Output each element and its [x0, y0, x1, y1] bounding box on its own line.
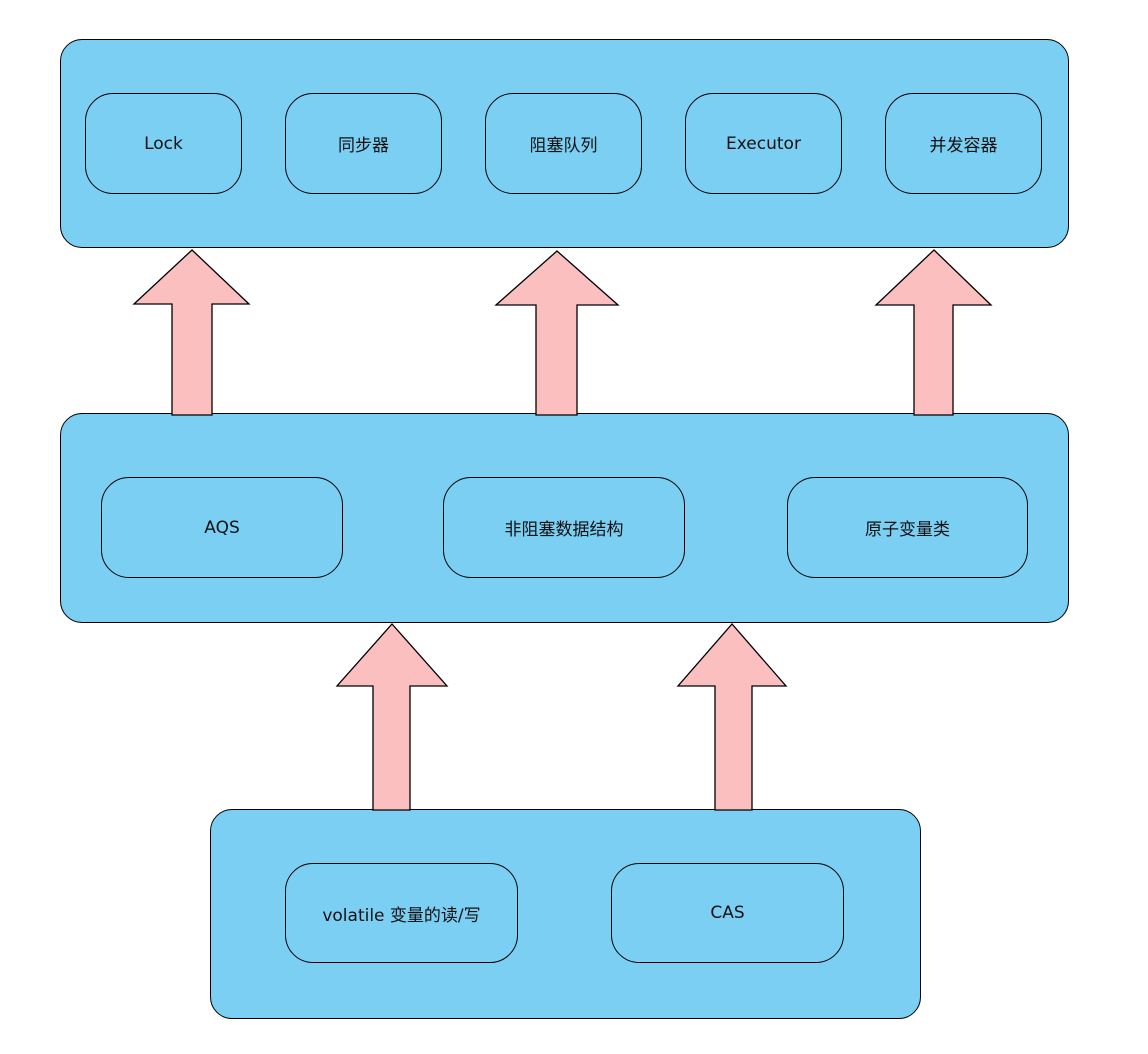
node-label: 非阻塞数据结构 [504, 520, 624, 540]
node-aqs[interactable]: AQS [101, 477, 343, 578]
arrow-up-icon [132, 249, 251, 416]
node-label: Lock [144, 133, 183, 154]
arrow-up-icon [874, 249, 993, 416]
node-label: 原子变量类 [865, 520, 950, 540]
node-lock[interactable]: Lock [85, 93, 242, 194]
node-synchronizer[interactable]: 同步器 [285, 93, 442, 194]
node-label: CAS [710, 903, 745, 923]
node-executor[interactable]: Executor [685, 93, 842, 194]
arrow-up-icon [494, 250, 620, 416]
node-label: 阻塞队列 [529, 136, 598, 156]
node-concurrent-container[interactable]: 并发容器 [885, 93, 1042, 194]
node-blocking-queue[interactable]: 阻塞队列 [485, 93, 642, 194]
node-non-blocking-data-structure[interactable]: 非阻塞数据结构 [443, 477, 685, 578]
node-label: 并发容器 [929, 136, 998, 156]
node-atomic-variable-class[interactable]: 原子变量类 [787, 477, 1028, 578]
node-label: AQS [204, 517, 240, 538]
node-volatile-read-write[interactable]: volatile 变量的读/写 [285, 863, 518, 963]
node-label: Executor [726, 133, 801, 154]
arrow-up-icon [335, 623, 449, 811]
arrow-up-icon [676, 623, 788, 811]
node-label: volatile 变量的读/写 [322, 905, 481, 926]
node-cas[interactable]: CAS [611, 863, 844, 963]
node-label: 同步器 [338, 136, 389, 156]
